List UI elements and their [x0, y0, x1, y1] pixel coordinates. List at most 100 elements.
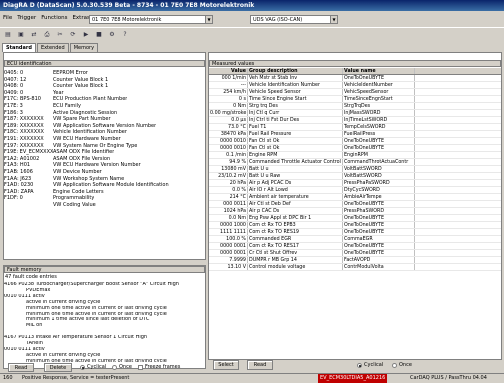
- read-button[interactable]: Read: [8, 363, 34, 372]
- ecu-row[interactable]: 0405: 0 EEPROM Error: [4, 70, 205, 77]
- menu-item[interactable]: Extras: [72, 15, 89, 21]
- ecu-row[interactable]: F1DF: 0 Programmability: [4, 195, 205, 202]
- mv-table[interactable]: Value Group description Value name 000 1/mi…: [209, 68, 501, 360]
- ecu-row[interactable]: F1A2: A01002 ASAM ODX File Version: [4, 156, 205, 163]
- ecu-row[interactable]: F1AA: J623 VW Workshop System Name: [4, 176, 205, 183]
- table-cell: Com ct Rx TO EPB3: [248, 222, 343, 228]
- table-row[interactable]: 0 s Time Since Engine Start TimeSinceEngnS…: [209, 96, 501, 103]
- table-row[interactable]: 13080 mV Batt U u VoltBattSWORD: [209, 166, 501, 173]
- table-cell: Cr Ctl st Shut Offrev: [248, 250, 343, 256]
- ecu-row[interactable]: F197: XXXXXXX VW System Name Or Engine Ty…: [4, 143, 205, 150]
- ecu-row[interactable]: 0407: 12 Counter Value Block 1: [4, 77, 205, 84]
- ecu-row[interactable]: F18C: XXXXXXX Vehicle Identification Numb…: [4, 129, 205, 136]
- table-row[interactable]: 100.0 % Commanded EGR CommaEGR: [209, 236, 501, 243]
- table-row[interactable]: 000 0011 Air Ctl st Deb Def OneToOneUBYTE: [209, 201, 501, 208]
- table-row[interactable]: 0000 0010 Fan Ctl st Ok OneToOneUBYTE: [209, 145, 501, 152]
- ecu-row[interactable]: F17E: 3 ECU Family: [4, 103, 205, 110]
- freeze-label: Freeze frames: [145, 364, 181, 370]
- table-row[interactable]: 214 °C Ambient air temperature AmbieAirTem…: [209, 194, 501, 201]
- table-row[interactable]: 0.00 mg/stroke Inj Ctl q Curr InjMassSWORD: [209, 110, 501, 117]
- connect-icon[interactable]: ⇄: [30, 31, 38, 39]
- delete-button[interactable]: Delete: [44, 363, 72, 372]
- table-row[interactable]: 23/10.2 mV Batt U u Raw VoltBattSWORD: [209, 173, 501, 180]
- table-row[interactable]: 1111 1111 Com ct Rx TO RES19 OneToOneUBYTE: [209, 229, 501, 236]
- ecu-row[interactable]: F17C: BPS-810 ECU Production Plant Number: [4, 96, 205, 103]
- ecu-row[interactable]: F191: XXXXXXX VW ECU Hardware Number: [4, 136, 205, 143]
- ecu-row[interactable]: F187: XXXXXXX VW Spare Part Number: [4, 116, 205, 123]
- ecu-row[interactable]: F19E: EV_ECMXXXXXXXASAM ODX File Identif…: [4, 149, 205, 156]
- table-row[interactable]: 254 km/h Vehicle Speed Sensor VehicSpeedSe…: [209, 89, 501, 96]
- tab-standard[interactable]: Standard: [2, 43, 36, 52]
- ecu-row[interactable]: 0408: 0 Counter Value Block 1: [4, 83, 205, 90]
- table-row[interactable]: 0.0 µs Inj Ctrl ti Fst Dur Des InjTimeLstS…: [209, 117, 501, 124]
- cyclical-radio[interactable]: Cyclical: [80, 363, 106, 371]
- ecu-key: F17E: 3: [4, 102, 23, 109]
- table-cell: InjMassSWORD: [343, 110, 415, 116]
- ecu-row[interactable]: F1AD: ZAPA Engine Code Letters: [4, 189, 205, 196]
- tab-memory[interactable]: Memory: [69, 43, 99, 52]
- help-icon[interactable]: ?: [121, 31, 129, 39]
- table-row[interactable]: 0000 0001 Cr Ctl st Shut Offrev OneToOneUB…: [209, 250, 501, 257]
- table-cell: FactAVOPD: [343, 257, 415, 263]
- once-radio[interactable]: Once: [112, 363, 132, 371]
- table-row[interactable]: 7.9999 DUMPR r MB Grp 14 FactAVOPD: [209, 257, 501, 264]
- mv-col-header[interactable]: Value name: [343, 68, 415, 74]
- select-button[interactable]: Select: [213, 360, 239, 370]
- stop-icon[interactable]: ■: [95, 31, 103, 39]
- settings-icon[interactable]: ⚙: [108, 31, 116, 39]
- table-row[interactable]: 0000 0001 Com ct Rx TO RES17 OneToOneUBYTE: [209, 243, 501, 250]
- ecu-row[interactable]: F1AB: 1606 VW Device Number: [4, 169, 205, 176]
- print-icon[interactable]: ⎙: [43, 31, 51, 39]
- open-icon[interactable]: ▤: [4, 31, 12, 39]
- table-cell: 000 0011: [209, 201, 248, 207]
- table-row[interactable]: 0.1 /min Engine RPM EnginRPM: [209, 152, 501, 159]
- mv-once-radio[interactable]: Once: [392, 361, 412, 369]
- table-row[interactable]: 0000 0010 Fan Ctl st Ok OneToOneUBYTE: [209, 138, 501, 145]
- freeze-frames-checkbox[interactable]: Freeze frames: [138, 363, 180, 371]
- table-cell: PressPhaSWORD: [343, 208, 415, 214]
- table-row[interactable]: 73.0 °C Fuel T1 TempCelsSWORD: [209, 124, 501, 131]
- mv-col-header[interactable]: Value: [209, 68, 248, 74]
- table-row[interactable]: 38470 kPa Fuel Rail Pressure FuelRailPress: [209, 131, 501, 138]
- table-cell: Commanded EGR: [248, 236, 343, 242]
- table-row[interactable]: 94.9 % Commanded Throttle Actuator Contro…: [209, 159, 501, 166]
- ecu-row[interactable]: VW Coding Value: [4, 202, 205, 209]
- table-row[interactable]: 0.0 % Air IO r Alt Lowd DtyCycSWORD: [209, 187, 501, 194]
- table-row[interactable]: 0.0 Nm Eng Psw Appl st DPC Bir 1 OneToOneU…: [209, 215, 501, 222]
- ecu-key: F1AB: 1606: [4, 168, 33, 175]
- table-row[interactable]: 1024 hPa Air p CAC Ds PressPhaSWORD: [209, 208, 501, 215]
- ecu-row[interactable]: F186: 3 Active Diagnostic Session: [4, 110, 205, 117]
- play-icon[interactable]: ▶: [82, 31, 90, 39]
- table-row[interactable]: 0000 1000 Com ct Rx TO EPB3 OneToOneUBYTE: [209, 222, 501, 229]
- table-row[interactable]: 000 1/min Veh Mstr st Stab Inv OneToOneUBY…: [209, 75, 501, 82]
- ecu-row[interactable]: 0409: 0 Year: [4, 90, 205, 97]
- read-mv-button[interactable]: Read: [247, 360, 273, 370]
- menu-item[interactable]: Trigger: [17, 15, 36, 21]
- mv-col-header[interactable]: Group description: [248, 68, 343, 74]
- table-cell: Air p CAC Ds: [248, 208, 343, 214]
- table-cell: 0 s: [209, 96, 248, 102]
- save-icon[interactable]: ▣: [17, 31, 25, 39]
- ecu-row[interactable]: F1AD: 0230 VW Application Software Module…: [4, 182, 205, 189]
- ecu-value: VW Application Software Version Number: [53, 122, 157, 129]
- ecu-key: F1AD: 0230: [4, 182, 34, 189]
- menu-item[interactable]: Functions: [41, 15, 67, 21]
- protocol-combo[interactable]: UDS VAG (ISO-CAN) ▼: [250, 15, 338, 24]
- table-cell: VoltBattSWORD: [343, 173, 415, 179]
- mv-header: Measured values: [209, 60, 501, 67]
- table-row[interactable]: 20 hPa Air p Adj PCAC Ds PressPhaPaSWORD: [209, 180, 501, 187]
- ecu-row[interactable]: F189: XXXXXXX VW Application Software Ver…: [4, 123, 205, 130]
- cut-icon[interactable]: ✂: [56, 31, 64, 39]
- tab-extended[interactable]: Extended: [36, 43, 69, 52]
- table-cell: Fuel Rail Pressure: [248, 131, 343, 137]
- fault-list[interactable]: 4166 P0238 Turbocharger/Supercharger Boo…: [4, 282, 204, 362]
- refresh-icon[interactable]: ⟳: [69, 31, 77, 39]
- table-row[interactable]: --- Vehicle Identification Number VehicleI…: [209, 82, 501, 89]
- ecu-combo[interactable]: 01 7E0 7E8 Motorelektronik ▼: [89, 15, 213, 24]
- ecu-row[interactable]: F1A3: H01 VW ECU Hardware Version Number: [4, 162, 205, 169]
- table-row[interactable]: 0 Nm Strg trq Des StrgTrqDes: [209, 103, 501, 110]
- ecu-value: Programmability: [53, 195, 95, 202]
- mv-cyclical-radio[interactable]: Cyclical: [357, 361, 383, 369]
- table-row[interactable]: 13.10 V Control module voltage ContrModulV…: [209, 264, 501, 271]
- menu-item[interactable]: File: [3, 15, 12, 21]
